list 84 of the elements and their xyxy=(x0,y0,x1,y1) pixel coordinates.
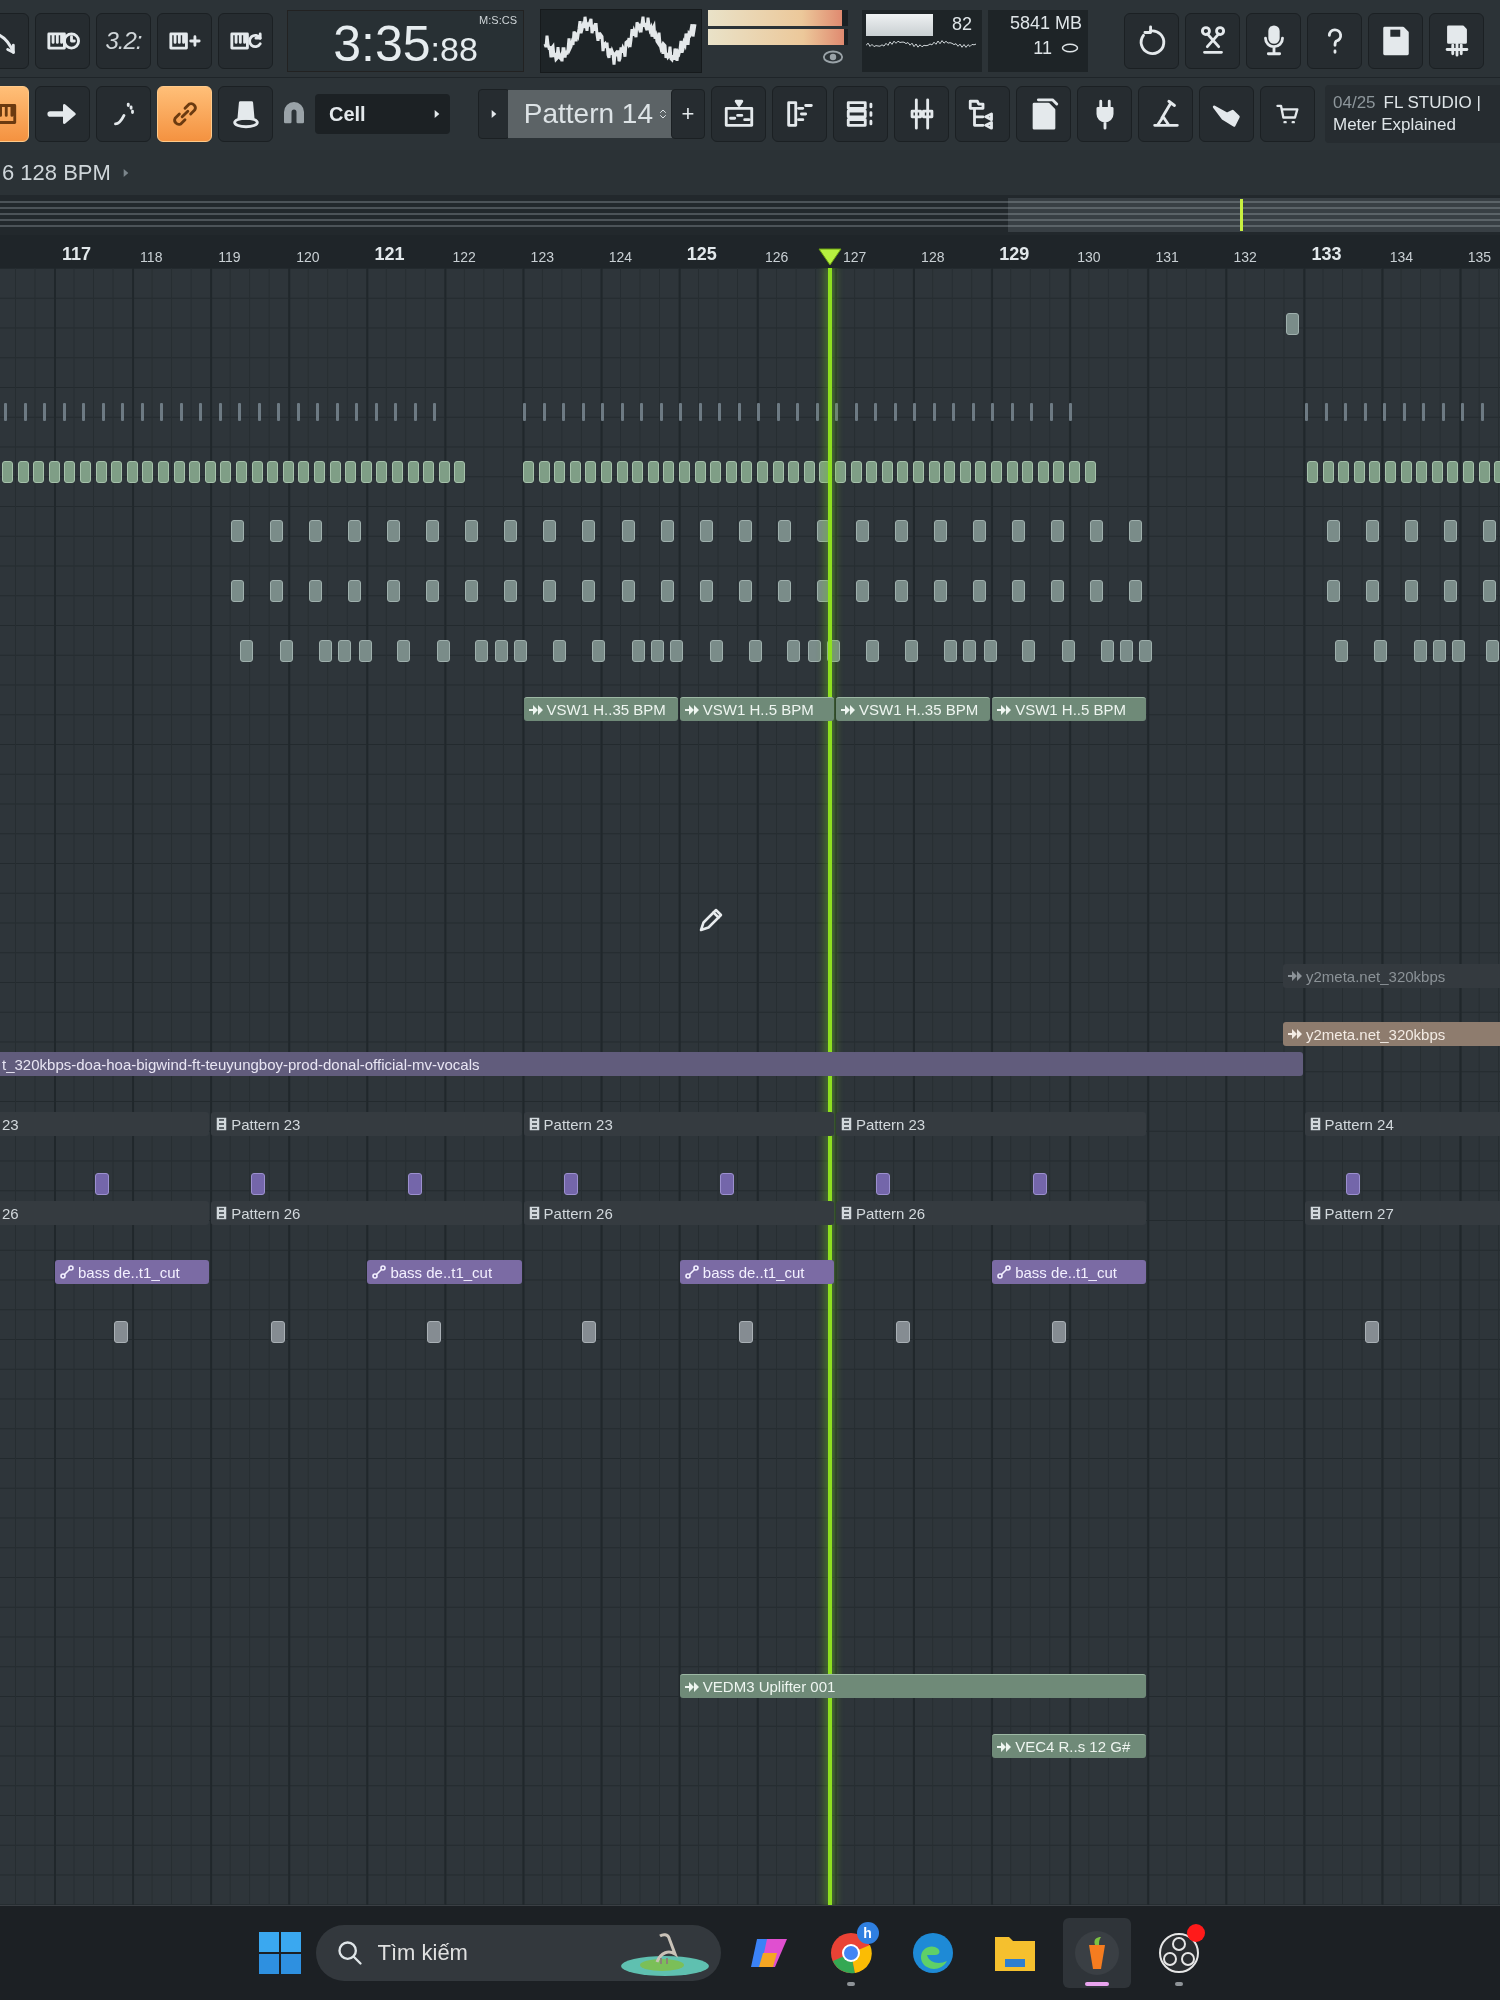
audio-clip[interactable]: VSW1 H..35 BPM xyxy=(836,697,991,721)
search-input[interactable]: Tìm kiếm xyxy=(375,1939,605,1967)
clip-label: Pattern 23 xyxy=(231,1115,301,1133)
clip-label: y2meta.net_320kbps xyxy=(1306,967,1446,985)
search-field[interactable]: Tìm kiếm xyxy=(315,1925,721,1981)
clip-label: VSW1 H..35 BPM xyxy=(859,701,979,718)
countdown-button[interactable]: 3.2: xyxy=(96,12,151,69)
clip-label: Pattern 24 xyxy=(1324,1115,1394,1133)
bar-number: 127 xyxy=(843,249,867,265)
pattern-clip[interactable]: Pattern 26 xyxy=(836,1201,1147,1225)
clip-label: Pattern 23 xyxy=(856,1115,926,1133)
bar-number: 122 xyxy=(452,249,476,265)
clip-label: Pattern 26 xyxy=(231,1204,301,1222)
taskbar-app[interactable]: h xyxy=(816,1918,885,1988)
pattern-clip[interactable]: Pattern 26 xyxy=(523,1201,834,1225)
automation-clip[interactable]: bass de..t1_cut xyxy=(367,1260,522,1284)
pattern-clip[interactable]: Pattern 23 xyxy=(211,1112,522,1136)
bar-number: 135 xyxy=(1467,249,1492,265)
pattern-clip[interactable]: Pattern 27 xyxy=(1304,1201,1500,1225)
snap-dropdown[interactable]: Cell xyxy=(315,94,450,134)
pattern-clip[interactable]: 26 xyxy=(0,1201,210,1225)
automation-clip[interactable]: bass de..t1_cut xyxy=(992,1260,1147,1284)
bar-number: 121 xyxy=(374,244,405,265)
audio-clip[interactable]: VSW1 H..5 BPM xyxy=(679,697,834,721)
bar-number: 129 xyxy=(999,244,1030,265)
add-pattern-button[interactable]: + xyxy=(671,89,705,139)
audio-clip[interactable]: VSW1 H..5 BPM xyxy=(992,697,1147,721)
bar-number: 120 xyxy=(296,249,320,265)
clip-label: t_320kbps-doa-hoa-bigwind-ft-teuyungboy-prod-donal-official-mv-vocals xyxy=(2,1055,480,1073)
notification-badge: h xyxy=(856,1922,879,1944)
clip-label: bass de..t1_cut xyxy=(78,1263,180,1281)
audio-clip[interactable]: VEDM3 Uplifter 001 xyxy=(679,1674,1147,1698)
audio-clip[interactable]: t_320kbps-doa-hoa-bigwind-ft-teuyungboy-prod-donal-official-mv-vocals xyxy=(0,1052,1303,1076)
clip-label: 26 xyxy=(2,1204,19,1222)
audio-clip[interactable]: VEC4 R..s 12 G# xyxy=(992,1734,1147,1758)
pattern-clip[interactable]: 23 xyxy=(0,1112,210,1136)
pattern-clip[interactable]: Pattern 23 xyxy=(836,1112,1147,1136)
bar-number: 131 xyxy=(1155,249,1179,265)
bar-number: 128 xyxy=(921,249,945,265)
bar-number: 133 xyxy=(1311,244,1342,265)
bar-number: 134 xyxy=(1389,249,1414,265)
hint-counter: 04/25 xyxy=(1333,93,1376,113)
clip-label: VEC4 R..s 12 G# xyxy=(1015,1738,1131,1755)
clip-label: bass de..t1_cut xyxy=(390,1263,493,1281)
polyphony-value: 11 xyxy=(1033,37,1052,59)
bar-number: 130 xyxy=(1077,249,1101,265)
bar-number: 119 xyxy=(218,249,241,265)
automation-clip[interactable]: bass de..t1_cut xyxy=(679,1260,834,1284)
clip-label: VSW1 H..5 BPM xyxy=(1015,701,1127,718)
hint-text: Meter Explained xyxy=(1333,115,1457,135)
bar-number: 117 xyxy=(62,244,92,265)
timeline-ruler[interactable]: 117 118 119 120 121 122 123 124 125 126 127 128 129 130 131 132 133 134 135 xyxy=(0,235,1500,268)
hint-title: FL STUDIO | xyxy=(1383,93,1481,113)
cpu-value: 82 xyxy=(952,14,973,35)
clip-label: VSW1 H..5 BPM xyxy=(702,701,814,718)
pattern-clip[interactable]: Pattern 26 xyxy=(211,1201,522,1225)
bar-number: 126 xyxy=(764,249,789,265)
bar-number: 124 xyxy=(608,249,633,265)
clip-label: 23 xyxy=(2,1115,19,1133)
bar-number: 118 xyxy=(140,249,163,265)
clip-label: Pattern 27 xyxy=(1324,1204,1394,1222)
audio-clip[interactable]: y2meta.net_320kbps xyxy=(1283,964,1500,988)
clip-label: Pattern 26 xyxy=(856,1204,926,1222)
clip-label: Pattern 26 xyxy=(543,1204,613,1222)
clip-label: VEDM3 Uplifter 001 xyxy=(702,1678,836,1695)
time-centiseconds: :88 xyxy=(430,31,478,69)
clip-label: bass de..t1_cut xyxy=(1015,1263,1117,1281)
bar-number: 123 xyxy=(530,249,554,265)
memory-value: 5841 MB xyxy=(1009,12,1082,34)
tempo-label: 6 128 BPM xyxy=(2,159,111,186)
audio-clip[interactable]: VSW1 H..35 BPM xyxy=(523,697,678,721)
time-format-label: M:S:CS xyxy=(479,13,517,26)
clip-label: bass de..t1_cut xyxy=(702,1263,805,1281)
clip-label: y2meta.net_320kbps xyxy=(1306,1025,1446,1043)
bar-number: 132 xyxy=(1233,249,1257,265)
clip-label: VSW1 H..35 BPM xyxy=(546,701,666,718)
clip-label: Pattern 23 xyxy=(543,1115,613,1133)
pattern-clip[interactable]: Pattern 24 xyxy=(1304,1112,1500,1136)
pattern-selector[interactable]: Pattern 14 xyxy=(508,90,673,138)
pattern-clip[interactable]: Pattern 23 xyxy=(523,1112,834,1136)
time-main: 3:35 xyxy=(333,18,431,69)
bar-number: 125 xyxy=(686,244,717,265)
automation-clip[interactable]: bass de..t1_cut xyxy=(55,1260,210,1284)
audio-clip[interactable]: y2meta.net_320kbps xyxy=(1283,1022,1500,1046)
